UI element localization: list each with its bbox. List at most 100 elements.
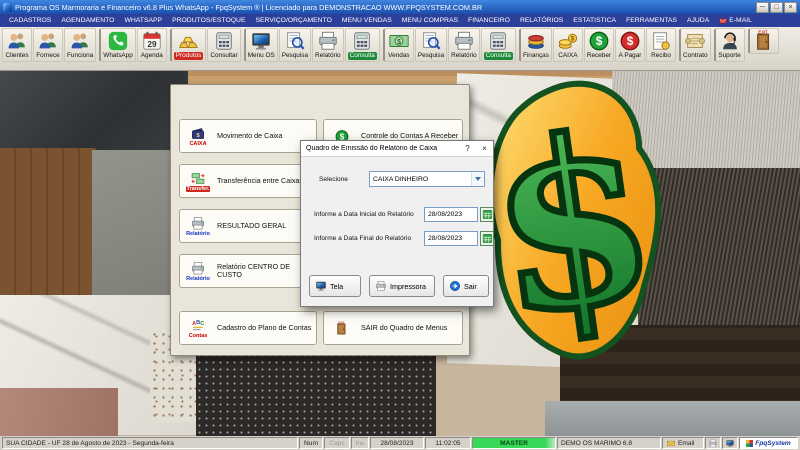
toolbar-icon [752, 30, 776, 52]
menu-item-label: MENU VENDAS [341, 17, 392, 24]
caixa-select[interactable]: CAIXA DINHEIRO [369, 171, 485, 187]
toolbar-a-pagar[interactable]: A Pagar [615, 28, 646, 62]
panel-cadastro-plano-contas[interactable]: Contas Cadastro do Plano de Contas [179, 311, 317, 345]
panel-icon [188, 318, 208, 333]
fpqsystem-logo-icon [746, 439, 754, 447]
toolbar-icon [419, 30, 443, 52]
toolbar-fornecedores[interactable]: Fornece [33, 28, 63, 62]
toolbar-menu-os[interactable]: Menu OS [244, 28, 278, 62]
menu-relatorios[interactable]: RELATÓRIOS [515, 14, 568, 27]
menu-item-label: ESTATISTICA [573, 17, 617, 24]
panel-sair-quadro-menus[interactable]: SAIR do Quadro de Menus [323, 311, 463, 345]
toolbar-agenda[interactable]: Agenda [136, 28, 167, 62]
status-user-badge: MASTER [472, 437, 556, 449]
menu-menu-vendas[interactable]: MENU VENDAS [337, 14, 397, 27]
toolbar-button-label: Receber [586, 52, 612, 59]
panel-transferencia-caixas[interactable]: Transfer. Transferência entre Caixas [179, 164, 317, 198]
toolbar-pesquisa-os[interactable]: Pesquisa [278, 28, 312, 62]
dialog-impressora-button[interactable]: Impressora [369, 275, 435, 297]
toolbar-relatorio-os[interactable]: Relatório [312, 28, 344, 62]
menu-item-label: FERRAMENTAS [626, 17, 677, 24]
dialog-title: Quadro de Emissão do Relatório de Caixa [306, 145, 438, 152]
toolbar-pesquisa-vendas[interactable]: Pesquisa [414, 28, 448, 62]
panel-button-icon: CAIXA [183, 126, 213, 147]
toolbar-button-label: Agenda [140, 52, 163, 59]
panel-button-icon: Contas [183, 318, 213, 339]
date-start-input[interactable]: 28/08/2023 [424, 207, 478, 222]
panel-button-label: Relatório CENTRO DE CUSTO [217, 261, 291, 279]
tile-sample [92, 150, 178, 300]
toolbar-button-label: Relatório [315, 52, 341, 59]
dialog-help-button[interactable]: ? [459, 141, 476, 156]
status-num-lock: Num [299, 437, 323, 449]
toolbar-button-label: Suporte [718, 52, 741, 59]
dialog-button-icon [315, 280, 327, 292]
window-titlebar[interactable]: Programa OS Marmoraria e Financeiro v6.8… [0, 0, 800, 14]
toolbar-financas[interactable]: Finanças [519, 28, 552, 62]
select-label: Selecione [319, 176, 348, 183]
menu-cadastros[interactable]: CADASTROS [4, 14, 56, 27]
chevron-down-icon[interactable] [471, 172, 484, 186]
toolbar-contrato[interactable]: Contrato [680, 28, 711, 62]
date-end-input[interactable]: 28/08/2023 [424, 231, 478, 246]
menu-servico-orcamento[interactable]: SERVIÇO/ORÇAMENTO [250, 14, 336, 27]
toolbar-caixa[interactable]: CAIXA [552, 28, 583, 62]
status-monitor-button[interactable] [722, 437, 738, 449]
status-printer-button[interactable] [705, 437, 721, 449]
toolbar-consulta-os[interactable]: Consulta [344, 28, 380, 62]
status-email-button[interactable]: Email [662, 437, 704, 449]
toolbar-recibo[interactable]: Recibo [646, 28, 677, 62]
panel-relatorio-centro-custo[interactable]: Relatório Relatório CENTRO DE CUSTO [179, 254, 317, 288]
toolbar-button-label: Consultar [210, 52, 238, 59]
menu-whatsapp[interactable]: WHATSAPP [119, 14, 167, 27]
menu-financeiro[interactable]: FINANCEIRO [463, 14, 515, 27]
date-start-calendar-button[interactable] [480, 207, 494, 222]
menu-item-label: CADASTROS [9, 17, 52, 24]
menu-produtos-estoque[interactable]: PRODUTOS/ESTOQUE [167, 14, 250, 27]
menu-item-label: RELATÓRIOS [519, 17, 564, 24]
menu-item-label: FINANCEIRO [468, 17, 510, 24]
dialog-titlebar[interactable]: Quadro de Emissão do Relatório de Caixa … [301, 141, 493, 157]
toolbar-button-label: Consulta [483, 52, 513, 60]
toolbar-icon [350, 30, 374, 52]
menu-agendamento[interactable]: AGENDAMENTO [56, 14, 119, 27]
toolbar-sair[interactable] [748, 28, 779, 54]
menu-estatistica[interactable]: ESTATISTICA [568, 14, 621, 27]
dialog-tela-button[interactable]: Tela [309, 275, 361, 297]
menu-item-label: MENU COMPRAS [401, 17, 459, 24]
toolbar-icon [683, 30, 707, 52]
toolbar-icon [556, 30, 580, 52]
minimize-button[interactable]: ─ [756, 1, 769, 13]
calendar-icon [482, 233, 493, 244]
menu-ferramentas[interactable]: FERRAMENTAS [621, 14, 682, 27]
toolbar-consulta-vendas[interactable]: Consulta [480, 28, 516, 62]
toolbar-receber[interactable]: Receber [583, 28, 615, 62]
toolbar-consultar[interactable]: Consultar [207, 28, 241, 62]
toolbar-suporte[interactable]: Suporte [714, 28, 745, 62]
panel-button-label: Cadastro do Plano de Contas [217, 322, 312, 332]
dialog-close-button[interactable]: × [476, 141, 493, 156]
panel-movimento-caixa[interactable]: CAIXA Movimento de Caixa [179, 119, 317, 153]
dialog-sair-button[interactable]: Sair [443, 275, 489, 297]
menu-menu-compras[interactable]: MENU COMPRAS [397, 14, 463, 27]
toolbar-icon [452, 30, 476, 52]
toolbar-whatsapp[interactable]: WhatsApp [100, 28, 136, 62]
toolbar-produtos[interactable]: Produtos [170, 28, 207, 62]
menu-email[interactable]: E-MAIL [714, 14, 757, 27]
toolbar-relatorio-vendas[interactable]: Relatório [448, 28, 480, 62]
toolbar-icon [486, 30, 510, 52]
maximize-button[interactable]: □ [770, 1, 783, 13]
toolbar-button-label: Pesquisa [281, 52, 309, 59]
panel-resultado-geral[interactable]: Relatório RESULTADO GERAL [179, 209, 317, 243]
toolbar-funcionarios[interactable]: Funciona [64, 28, 97, 62]
panel-icon [188, 261, 208, 276]
menu-ajuda[interactable]: AJUDA [682, 14, 714, 27]
date-end-calendar-button[interactable] [480, 231, 494, 246]
menu-item-label: SERVIÇO/ORÇAMENTO [255, 17, 332, 24]
close-button[interactable]: × [784, 1, 797, 13]
toolbar-button-label: CAIXA [558, 52, 578, 59]
calendar-icon [482, 209, 493, 220]
toolbar-clientes[interactable]: Clientes [2, 28, 32, 62]
toolbar-icon [618, 30, 642, 52]
toolbar-vendas[interactable]: Vendas [383, 28, 414, 62]
